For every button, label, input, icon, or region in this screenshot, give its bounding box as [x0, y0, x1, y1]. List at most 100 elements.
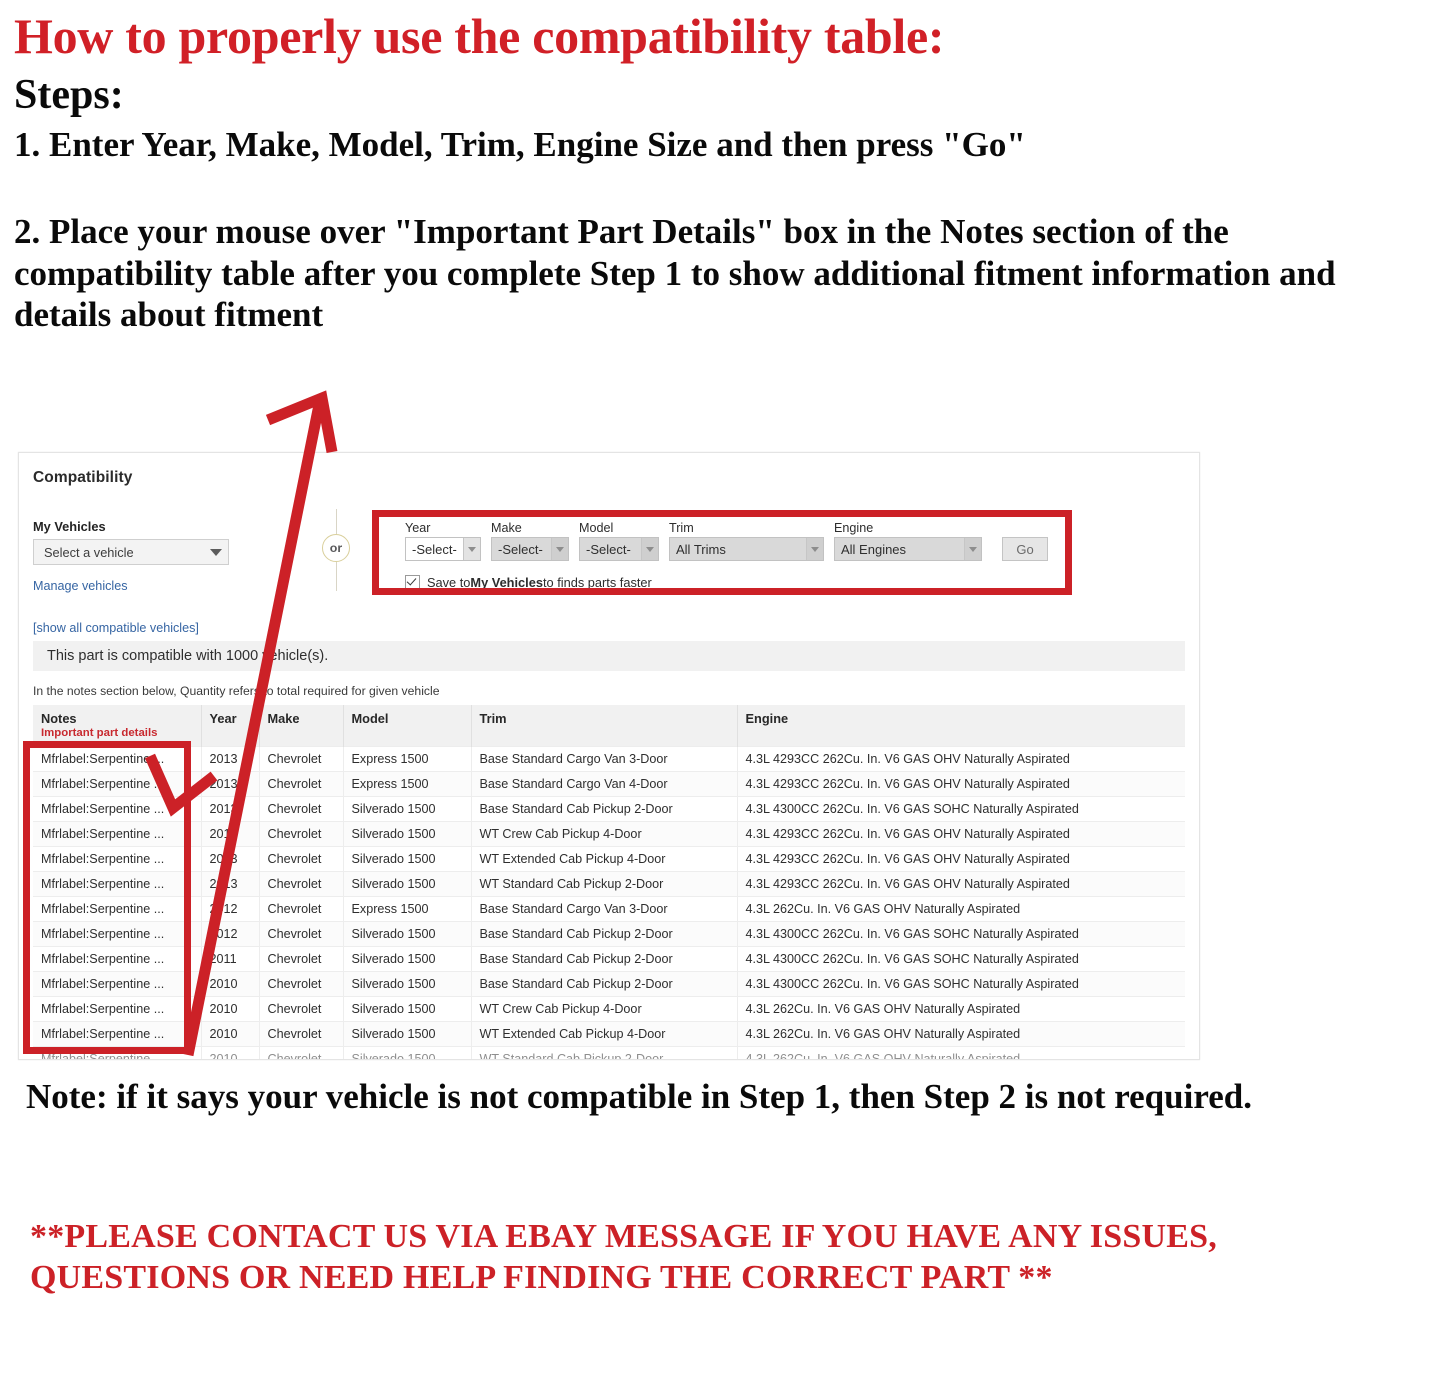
cell-model: Silverado 1500 — [343, 1046, 472, 1059]
field-make-label: Make — [491, 521, 522, 535]
cell-notes[interactable]: Mfrlabel:Serpentine ... — [33, 821, 202, 847]
go-button[interactable]: Go — [1002, 537, 1048, 561]
fitment-table-head: Notes Important part details Year Make M… — [33, 705, 1185, 747]
quantity-note: In the notes section below, Quantity ref… — [33, 684, 440, 698]
cell-engine: 4.3L 262Cu. In. V6 GAS OHV Naturally Asp… — [737, 996, 1185, 1022]
cell-notes[interactable]: Mfrlabel:Serpentine ... — [33, 946, 202, 972]
cell-engine: 4.3L 4300CC 262Cu. In. V6 GAS SOHC Natur… — [737, 921, 1185, 947]
cell-trim: WT Crew Cab Pickup 4-Door — [471, 821, 738, 847]
cell-model: Silverado 1500 — [343, 971, 472, 997]
cell-notes[interactable]: Mfrlabel:Serpentine ... — [33, 996, 202, 1022]
make-select-value: -Select- — [498, 541, 543, 557]
cell-year: 2013 — [201, 846, 260, 872]
cell-model: Silverado 1500 — [343, 821, 472, 847]
manage-vehicles-link[interactable]: Manage vehicles — [33, 579, 283, 593]
cell-trim: WT Extended Cab Pickup 4-Door — [471, 846, 738, 872]
cell-model: Silverado 1500 — [343, 946, 472, 972]
cell-make: Chevrolet — [259, 971, 344, 997]
field-model: Model -Select- — [579, 521, 659, 561]
field-engine-label: Engine — [834, 521, 874, 535]
table-row: Mfrlabel:Serpentine ... 2010 Chevrolet Silv… — [33, 1046, 1185, 1059]
cell-make: Chevrolet — [259, 846, 344, 872]
cell-notes[interactable]: Mfrlabel:Serpentine ... — [33, 871, 202, 897]
fitment-table: Notes Important part details Year Make M… — [33, 705, 1185, 1059]
cell-model: Silverado 1500 — [343, 871, 472, 897]
make-select[interactable]: -Select- — [491, 537, 569, 561]
cell-trim: Base Standard Cab Pickup 2-Door — [471, 946, 738, 972]
cell-trim: Base Standard Cab Pickup 2-Door — [471, 796, 738, 822]
or-divider: or — [319, 505, 353, 591]
col-header-engine: Engine — [737, 705, 1185, 747]
table-row: Mfrlabel:Serpentine ... 2012 Chevrolet Silv… — [33, 921, 1185, 947]
contact-notice-text: **PLEASE CONTACT US VIA EBAY MESSAGE IF … — [30, 1218, 1217, 1297]
cell-engine: 4.3L 4293CC 262Cu. In. V6 GAS OHV Natura… — [737, 746, 1185, 772]
col-header-trim: Trim — [471, 705, 738, 747]
save-to-my-vehicles-row[interactable]: Save to My Vehicles to finds parts faste… — [405, 575, 1065, 590]
cell-make: Chevrolet — [259, 921, 344, 947]
col-header-notes: Notes Important part details — [33, 705, 202, 747]
cell-notes[interactable]: Mfrlabel:Serpentine ... — [33, 796, 202, 822]
cell-notes[interactable]: Mfrlabel:Serpentine ... — [33, 1021, 202, 1047]
cell-notes[interactable]: Mfrlabel:Serpentine ... — [33, 896, 202, 922]
cell-engine: 4.3L 4300CC 262Cu. In. V6 GAS SOHC Natur… — [737, 796, 1185, 822]
cell-model: Silverado 1500 — [343, 996, 472, 1022]
table-header-row: Notes Important part details Year Make M… — [33, 705, 1185, 747]
page-title: How to properly use the compatibility ta… — [14, 8, 945, 64]
cell-engine: 4.3L 262Cu. In. V6 GAS OHV Naturally Asp… — [737, 1021, 1185, 1047]
year-select-value: -Select- — [412, 541, 457, 557]
table-row: Mfrlabel:Serpentine ... 2010 Chevrolet Silv… — [33, 996, 1185, 1022]
model-select-value: -Select- — [586, 541, 631, 557]
my-vehicles-label: My Vehicles — [33, 519, 106, 534]
model-select[interactable]: -Select- — [579, 537, 659, 561]
cell-notes[interactable]: Mfrlabel:Serpentine ... — [33, 971, 202, 997]
cell-model: Express 1500 — [343, 771, 472, 797]
cell-trim: Base Standard Cargo Van 3-Door — [471, 896, 738, 922]
cell-engine: 4.3L 262Cu. In. V6 GAS OHV Naturally Asp… — [737, 896, 1185, 922]
cell-year: 2010 — [201, 1046, 260, 1059]
cell-trim: WT Extended Cab Pickup 4-Door — [471, 1021, 738, 1047]
panel-bottom-fade — [19, 495, 1199, 509]
cell-notes[interactable]: Mfrlabel:Serpentine ... — [33, 746, 202, 772]
step-1-text: 1. Enter Year, Make, Model, Trim, Engine… — [14, 125, 1026, 165]
cell-year: 2013 — [201, 796, 260, 822]
chevron-down-icon — [463, 538, 480, 560]
cell-engine: 4.3L 4300CC 262Cu. In. V6 GAS SOHC Natur… — [737, 946, 1185, 972]
my-vehicles-select[interactable]: Select a vehicle — [33, 539, 229, 565]
my-vehicles-select-value: Select a vehicle — [44, 544, 134, 560]
field-trim: Trim All Trims — [669, 521, 824, 561]
chevron-down-icon — [641, 538, 658, 560]
show-all-compatible-vehicles-link[interactable]: [show all compatible vehicles] — [33, 621, 283, 635]
bottom-note-text: Note: if it says your vehicle is not com… — [26, 1077, 1252, 1116]
compatibility-result-banner: This part is compatible with 1000 vehicl… — [33, 641, 1185, 671]
cell-make: Chevrolet — [259, 1021, 344, 1047]
my-vehicles-column: My Vehicles Select a vehicle Manage vehi… — [33, 519, 283, 635]
cell-engine: 4.3L 4293CC 262Cu. In. V6 GAS OHV Natura… — [737, 821, 1185, 847]
cell-notes[interactable]: Mfrlabel:Serpentine ... — [33, 771, 202, 797]
or-line-bottom — [335, 562, 337, 591]
trim-select[interactable]: All Trims — [669, 537, 824, 561]
col-header-model: Model — [343, 705, 472, 747]
chevron-down-icon — [551, 538, 568, 560]
cell-notes[interactable]: Mfrlabel:Serpentine ... — [33, 846, 202, 872]
cell-make: Chevrolet — [259, 771, 344, 797]
cell-engine: 4.3L 262Cu. In. V6 GAS OHV Naturally Asp… — [737, 1046, 1185, 1059]
field-make: Make -Select- — [491, 521, 569, 561]
fitment-table-body: Mfrlabel:Serpentine ... 2013 Chevrolet Expr… — [33, 746, 1185, 1059]
cell-year: 2012 — [201, 921, 260, 947]
cell-model: Silverado 1500 — [343, 846, 472, 872]
steps-label: Steps: — [14, 72, 124, 118]
table-row: Mfrlabel:Serpentine ... 2013 Chevrolet Silv… — [33, 871, 1185, 897]
save-prefix-text: Save to — [427, 575, 471, 590]
important-part-details-label[interactable]: Important part details — [41, 727, 193, 739]
save-to-my-vehicles-checkbox[interactable] — [405, 575, 420, 590]
cell-make: Chevrolet — [259, 896, 344, 922]
cell-notes[interactable]: Mfrlabel:Serpentine ... — [33, 1046, 202, 1059]
cell-year: 2010 — [201, 971, 260, 997]
cell-notes[interactable]: Mfrlabel:Serpentine ... — [33, 921, 202, 947]
engine-select[interactable]: All Engines — [834, 537, 982, 561]
cell-engine: 4.3L 4293CC 262Cu. In. V6 GAS OHV Natura… — [737, 846, 1185, 872]
field-year: Year -Select- — [405, 521, 481, 561]
year-select[interactable]: -Select- — [405, 537, 481, 561]
cell-trim: Base Standard Cab Pickup 2-Door — [471, 921, 738, 947]
cell-trim: Base Standard Cab Pickup 2-Door — [471, 971, 738, 997]
